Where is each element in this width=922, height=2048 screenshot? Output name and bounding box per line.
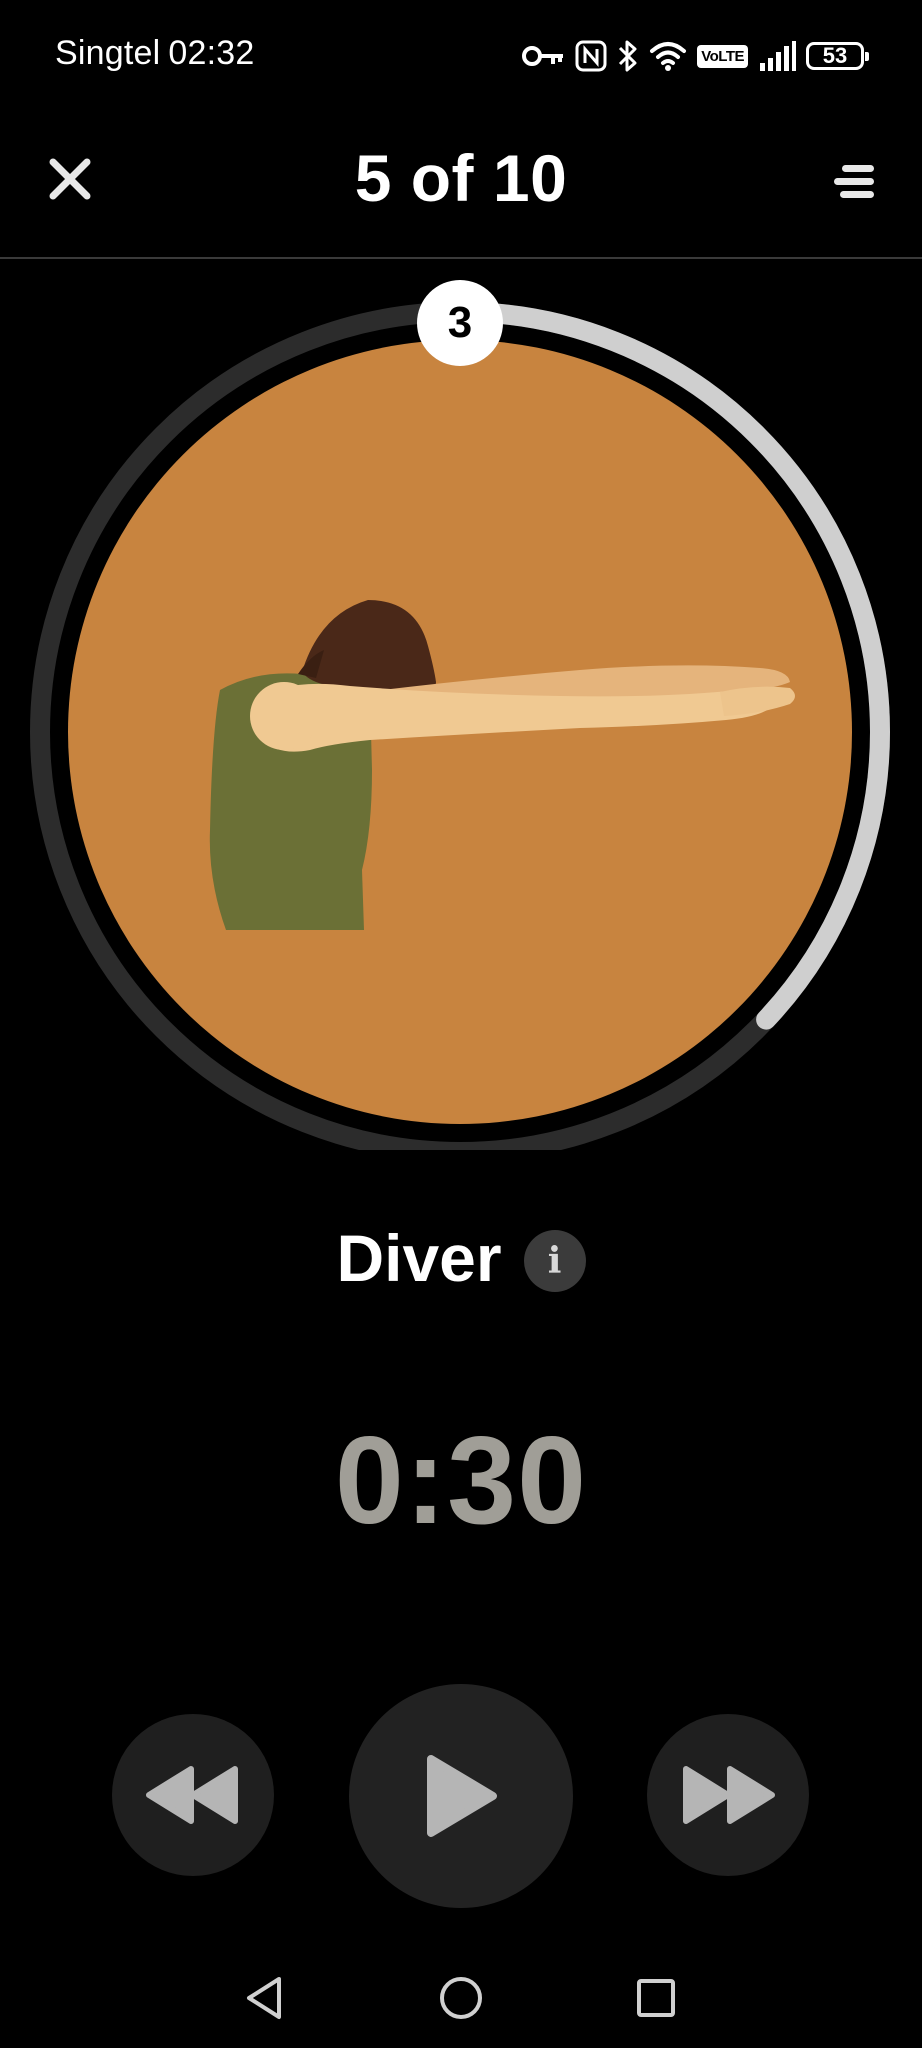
volte-badge: VoLTE xyxy=(697,44,748,68)
back-triangle-icon xyxy=(247,1977,281,2019)
next-exercise-button[interactable] xyxy=(647,1714,809,1876)
wifi-icon xyxy=(650,42,687,71)
status-icons: VoLTE 53 xyxy=(521,36,869,76)
exercise-ring-graphic xyxy=(30,302,890,1150)
workout-header: 5 of 10 xyxy=(0,112,922,259)
nfc-icon xyxy=(575,40,607,72)
signal-strength-icon xyxy=(760,41,796,71)
info-icon: i xyxy=(547,1240,562,1282)
home-circle-icon xyxy=(440,1977,482,2019)
rewind-icon xyxy=(146,1766,238,1824)
exercise-name: Diver xyxy=(336,1221,502,1295)
exercise-ring: 3 xyxy=(20,270,900,1150)
fast-forward-icon xyxy=(683,1766,775,1824)
battery-level: 53 xyxy=(822,43,848,68)
status-time: 02:32 xyxy=(168,34,255,72)
list-menu-icon xyxy=(834,165,874,198)
exercise-progress-title: 5 of 10 xyxy=(354,141,568,215)
previous-exercise-button[interactable] xyxy=(112,1714,274,1876)
nav-back-button[interactable] xyxy=(235,1968,295,2028)
recents-square-icon xyxy=(637,1979,675,2017)
play-icon xyxy=(427,1755,497,1837)
exercise-list-button[interactable] xyxy=(824,152,884,212)
exercise-timer: 0:30 xyxy=(334,1412,588,1550)
exercise-info-button[interactable]: i xyxy=(523,1230,586,1292)
rep-count-badge: 3 xyxy=(417,280,503,366)
nav-recents-button[interactable] xyxy=(626,1968,686,2028)
play-button[interactable] xyxy=(349,1684,573,1908)
nav-home-button[interactable] xyxy=(431,1968,491,2028)
status-bar: Singtel 02:32 VoLTE 53 xyxy=(0,0,922,112)
system-navigation-bar xyxy=(0,1950,922,2048)
vpn-key-icon xyxy=(522,46,564,66)
battery-icon: 53 xyxy=(806,42,869,70)
exercise-name-row: Diver i xyxy=(0,1220,922,1296)
bluetooth-icon xyxy=(619,40,637,72)
status-left: Singtel 02:32 xyxy=(55,34,254,73)
carrier-name: Singtel xyxy=(55,34,161,72)
